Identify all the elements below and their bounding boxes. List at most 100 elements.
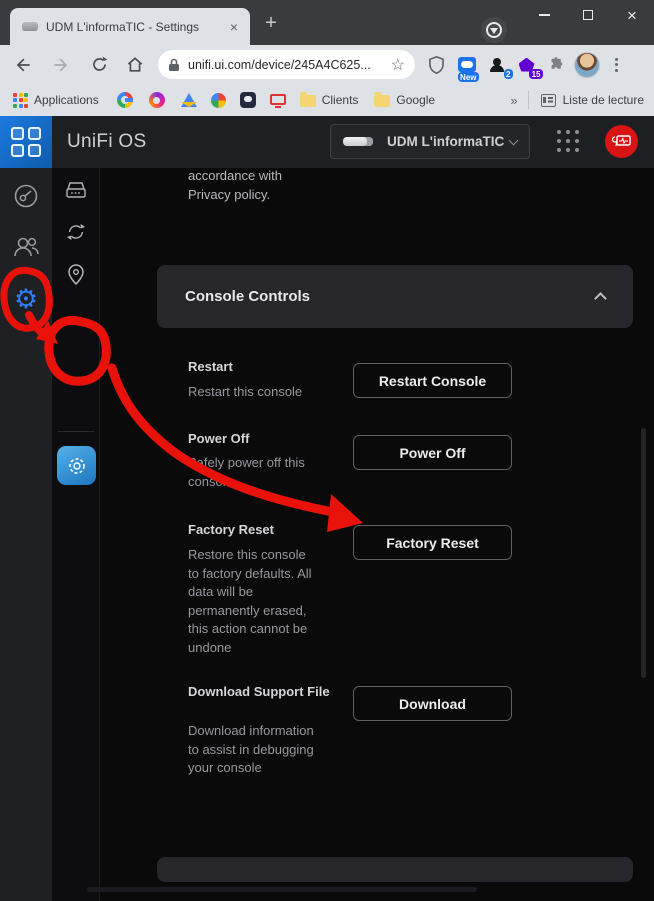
new-tab-button[interactable]: +	[258, 10, 284, 36]
vertical-scrollbar[interactable]	[641, 428, 646, 678]
browser-toolbar: unifi.ui.com/device/245A4C625... ☆ New 2…	[0, 45, 654, 84]
apps-grid-icon	[13, 93, 28, 108]
back-arrow-icon	[13, 55, 33, 75]
count-badge: 15	[529, 69, 543, 79]
folder-icon	[300, 95, 316, 107]
close-icon: ×	[627, 7, 637, 24]
maximize-icon	[583, 10, 593, 20]
bookmark-drive[interactable]	[181, 93, 197, 107]
bookmark-folder-google[interactable]: Google	[374, 93, 435, 107]
profile-button[interactable]	[573, 51, 600, 78]
bookmarks-overflow-button[interactable]: »	[510, 93, 517, 108]
power-off-button[interactable]: Power Off	[353, 435, 512, 470]
console-device-icon	[64, 181, 88, 201]
restart-title: Restart	[188, 358, 333, 375]
browser-titlebar: UDM L'informaTIC - Settings × + ×	[0, 0, 654, 45]
sidebar-item-console[interactable]	[64, 181, 88, 201]
next-section-panel[interactable]	[157, 857, 633, 882]
bookmark-label: Applications	[34, 93, 99, 107]
bookmark-star-icon[interactable]: ☆	[391, 55, 405, 75]
bookmark-label: Clients	[322, 93, 359, 107]
reading-list-button[interactable]: Liste de lecture	[563, 93, 644, 107]
google-g-icon	[117, 92, 133, 108]
informatic-logo-icon	[612, 134, 632, 150]
account-avatar[interactable]	[605, 125, 638, 158]
gear-icon	[66, 455, 88, 477]
maximize-button[interactable]	[566, 0, 610, 30]
url-text[interactable]: unifi.ui.com/device/245A4C625...	[188, 58, 391, 72]
settings-app-tile[interactable]	[57, 446, 96, 485]
address-bar[interactable]: unifi.ui.com/device/245A4C625... ☆	[158, 50, 415, 79]
bookmark-applications[interactable]: Applications	[13, 93, 99, 108]
lock-icon	[168, 58, 180, 72]
device-selector[interactable]: UDM L'informaTIC	[330, 124, 530, 159]
restart-console-button[interactable]: Restart Console	[353, 363, 512, 398]
download-button[interactable]: Download	[353, 686, 512, 721]
sidebar-item-users[interactable]	[11, 233, 41, 261]
download-support-desc: Download information to assist in debugg…	[188, 722, 320, 778]
minimize-button[interactable]	[522, 0, 566, 30]
gauge-icon	[13, 183, 39, 209]
bookmark-photos[interactable]	[211, 93, 226, 108]
tab-close-icon[interactable]: ×	[226, 20, 242, 34]
folder-icon	[374, 95, 390, 107]
extension-purple[interactable]: 15	[513, 51, 540, 78]
home-button[interactable]	[122, 52, 148, 78]
browser-menu-button[interactable]	[603, 51, 630, 78]
tab-title: UDM L'informaTIC - Settings	[46, 20, 226, 34]
section-title: Console Controls	[185, 288, 596, 305]
new-badge: New	[458, 72, 479, 82]
extension-shield[interactable]	[423, 51, 450, 78]
privacy-note: accordance with Privacy policy.	[188, 166, 338, 204]
product-title: UniFi OS	[67, 131, 146, 153]
divider	[528, 91, 529, 109]
horizontal-scrollbar[interactable]	[87, 887, 477, 892]
bookmark-chat[interactable]	[240, 92, 256, 108]
tab-search-button[interactable]	[481, 17, 507, 43]
puzzle-icon	[548, 56, 565, 73]
sidebar-item-location[interactable]	[66, 263, 86, 287]
sidebar-item-dashboard[interactable]	[12, 182, 40, 210]
kebab-menu-icon	[615, 58, 618, 72]
back-button[interactable]	[10, 52, 36, 78]
bookmark-google[interactable]	[117, 92, 133, 108]
browser-tab[interactable]: UDM L'informaTIC - Settings ×	[10, 8, 250, 45]
forward-arrow-icon	[51, 55, 71, 75]
settings-gear-icon: ⚙	[14, 286, 38, 313]
reload-button[interactable]	[86, 52, 112, 78]
blue-extension-icon	[458, 57, 476, 72]
q-search-icon	[149, 92, 165, 108]
download-support-title: Download Support File	[188, 683, 333, 700]
reading-list-icon	[541, 94, 556, 107]
person-silhouette-icon	[490, 58, 504, 72]
close-button[interactable]: ×	[610, 0, 654, 30]
console-controls-header[interactable]: Console Controls	[157, 265, 633, 328]
shield-icon	[428, 56, 445, 74]
restart-desc: Restart this console	[188, 383, 320, 402]
factory-reset-button[interactable]: Factory Reset	[353, 525, 512, 560]
chevron-up-icon	[594, 292, 607, 305]
photos-icon	[211, 93, 226, 108]
bookmark-q[interactable]	[149, 92, 165, 108]
forward-button[interactable]	[48, 52, 74, 78]
app-launcher-button[interactable]	[557, 130, 579, 152]
extension-new[interactable]: New	[453, 51, 480, 78]
site-header: UniFi OS UDM L'informaTIC	[0, 116, 654, 168]
window-controls: ×	[522, 0, 654, 30]
count-badge: 2	[504, 69, 513, 79]
device-name: UDM L'informaTIC	[387, 134, 510, 149]
home-icon	[125, 55, 145, 75]
sidebar-item-updates[interactable]	[66, 222, 86, 242]
extensions-menu-button[interactable]	[543, 51, 570, 78]
unifi-os-logo[interactable]	[0, 116, 52, 168]
bookmark-screen[interactable]	[270, 96, 286, 105]
extension-assistant[interactable]: 2	[483, 51, 510, 78]
factory-reset-desc: Restore this console to factory defaults…	[188, 546, 320, 657]
bookmark-folder-clients[interactable]: Clients	[300, 93, 359, 107]
reload-icon	[90, 55, 109, 74]
privacy-note-line: accordance with	[188, 166, 338, 185]
bookmarks-right: » Liste de lecture	[500, 91, 654, 109]
sync-icon	[66, 222, 86, 242]
minimize-icon	[539, 14, 550, 16]
sidebar-item-settings[interactable]: ⚙	[11, 284, 41, 314]
